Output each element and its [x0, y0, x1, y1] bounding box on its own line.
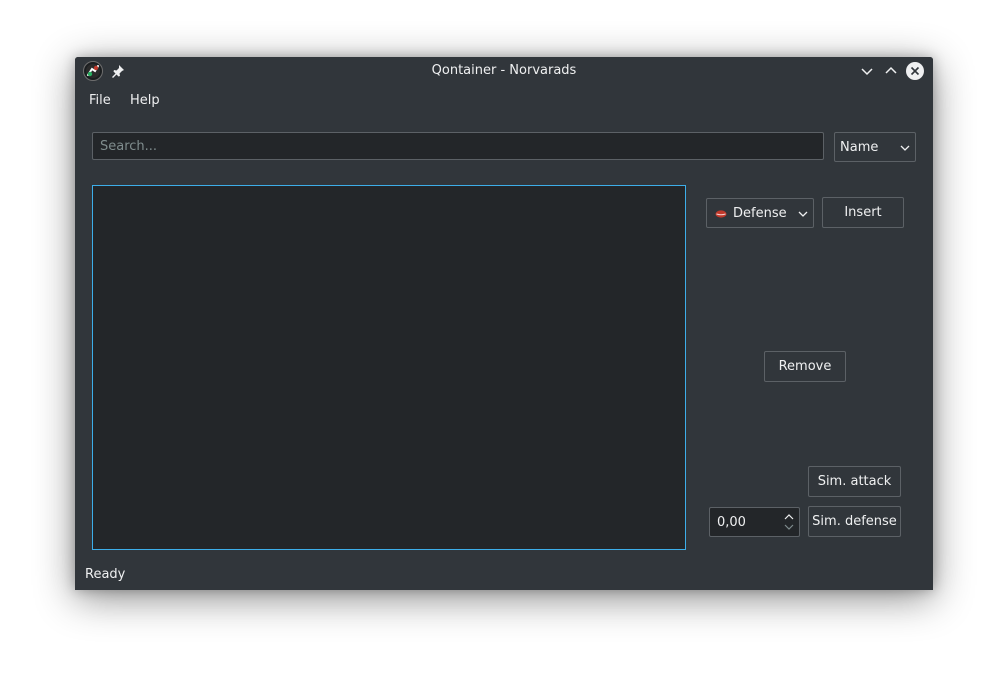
type-select-value: Defense: [733, 206, 787, 221]
sim-attack-button[interactable]: Sim. attack: [808, 466, 901, 497]
search-input[interactable]: [92, 132, 824, 160]
type-select[interactable]: Defense: [706, 198, 814, 228]
menu-help[interactable]: Help: [130, 93, 160, 108]
menu-bar: File Help: [75, 89, 933, 113]
sim-defense-button[interactable]: Sim. defense: [808, 506, 901, 537]
insert-button[interactable]: Insert: [822, 197, 904, 228]
status-bar-text: Ready: [85, 567, 126, 582]
title-bar[interactable]: Qontainer - Norvarads: [75, 57, 933, 85]
chevron-down-icon: [900, 145, 910, 151]
maximize-icon[interactable]: [881, 61, 901, 81]
item-list-view[interactable]: [92, 185, 686, 550]
remove-button[interactable]: Remove: [764, 351, 846, 382]
spin-arrows-icon[interactable]: [783, 511, 795, 533]
main-window: Qontainer - Norvarads File Help Name Def…: [75, 57, 933, 590]
window-title: Qontainer - Norvarads: [431, 63, 577, 78]
minimize-icon[interactable]: [857, 61, 877, 81]
spinbox-value: 0,00: [717, 515, 746, 530]
sort-field-select[interactable]: Name: [834, 132, 916, 162]
lips-icon: [715, 210, 727, 218]
menu-file[interactable]: File: [89, 93, 111, 108]
chevron-down-icon: [798, 211, 808, 217]
sort-field-value: Name: [840, 140, 879, 155]
value-spinbox[interactable]: 0,00: [709, 507, 800, 537]
close-icon[interactable]: [905, 61, 925, 81]
